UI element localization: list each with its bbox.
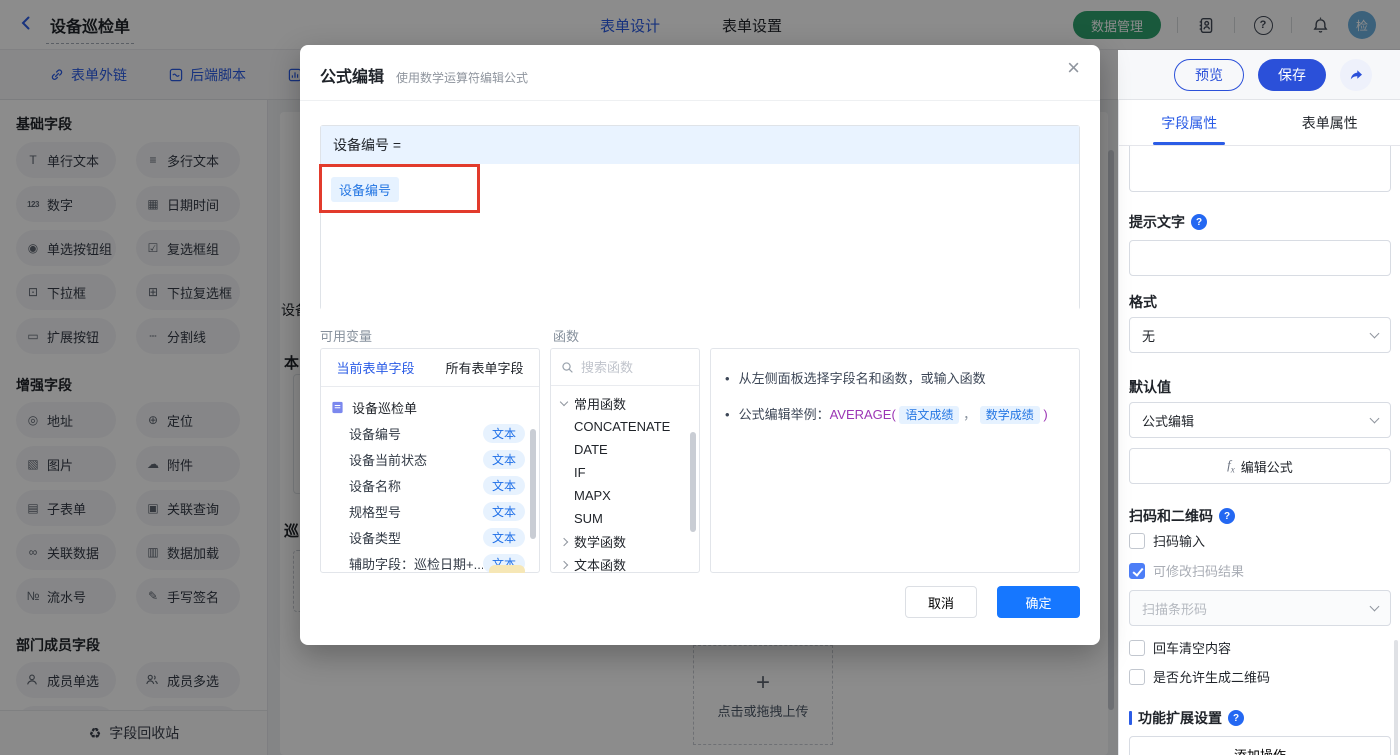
search-icon	[562, 361, 573, 373]
tab-field-properties[interactable]: 字段属性	[1153, 100, 1226, 145]
function-item[interactable]: MAPX	[551, 484, 699, 507]
default-value-select[interactable]: 公式编辑	[1129, 402, 1391, 438]
function-search-input[interactable]	[581, 359, 681, 375]
type-badge: 文本	[482, 527, 525, 547]
format-label: 格式	[1129, 294, 1157, 310]
modal-title: 公式编辑	[320, 69, 385, 86]
add-action-wrap: 添加操作	[1129, 736, 1391, 755]
modal-header: 公式编辑 使用数学运算符编辑公式	[320, 63, 528, 87]
hint-text-label: 提示文字?	[1129, 212, 1391, 232]
tree-field[interactable]: 设备编号 文本	[321, 420, 539, 446]
hint-line-1: • 从左侧面板选择字段名和函数，或输入函数	[725, 371, 986, 386]
function-group-text[interactable]: 文本函数	[551, 553, 699, 572]
partial-badge	[489, 565, 525, 573]
type-badge: 文本	[482, 501, 525, 521]
chevron-down-icon	[1369, 328, 1380, 338]
properties-tabs: 字段属性 表单属性	[1119, 100, 1400, 146]
function-item[interactable]: DATE	[551, 438, 699, 461]
tree-field[interactable]: 设备当前状态 文本	[321, 446, 539, 472]
panel-scrollbar[interactable]	[1394, 640, 1398, 755]
hint-text-input-wrap	[1129, 240, 1391, 276]
add-action-button[interactable]: 添加操作	[1129, 736, 1391, 755]
hint-panel: • 从左侧面板选择字段名和函数，或输入函数 • 公式编辑举例：AVERAGE( 语文…	[710, 348, 1080, 573]
cancel-button[interactable]: 取消	[905, 586, 977, 618]
preview-button[interactable]: 预览	[1174, 59, 1244, 91]
modal-overlay	[0, 0, 1400, 50]
modal-footer: 取消 确定	[905, 586, 1080, 618]
barcode-select[interactable]: 扫描条形码	[1129, 590, 1391, 626]
tab-form-properties[interactable]: 表单属性	[1302, 100, 1358, 145]
function-item[interactable]: CONCATENATE	[551, 415, 699, 438]
section-bar	[1129, 711, 1132, 725]
type-badge: 文本	[482, 449, 525, 469]
functions-tree: 常用函数 CONCATENATE DATE IF MAPX SUM 数学函数 文…	[551, 386, 699, 572]
fx-icon: fx	[1227, 457, 1235, 475]
extension-section-header: 功能扩展设置?	[1129, 708, 1391, 728]
tree-field[interactable]: 设备名称 文本	[321, 472, 539, 498]
share-arrow-icon	[1350, 70, 1362, 80]
function-group-math[interactable]: 数学函数	[551, 530, 699, 553]
tree-field[interactable]: 设备类型 文本	[321, 524, 539, 550]
function-item[interactable]: SUM	[551, 507, 699, 530]
variables-label: 可用变量	[320, 329, 373, 344]
type-badge: 文本	[482, 475, 525, 495]
divider	[300, 100, 1100, 101]
default-value-label: 默认值	[1129, 379, 1171, 395]
checkbox-checked-icon[interactable]	[1129, 562, 1145, 579]
tree-root[interactable]: 设备巡检单	[321, 394, 539, 420]
checkbox-enter-clear[interactable]: 回车清空内容	[1129, 638, 1391, 657]
formula-target: 设备编号 =	[321, 126, 1079, 164]
modal-subtitle: 使用数学运算符编辑公式	[396, 71, 529, 85]
hint-text-input[interactable]	[1129, 240, 1391, 276]
clipped-input[interactable]	[1129, 146, 1391, 192]
formula-edit-modal: 公式编辑 使用数学运算符编辑公式 × 设备编号 = 设备编号 可用变量 函数 当…	[300, 45, 1100, 645]
functions-scrollbar[interactable]	[690, 432, 696, 532]
toolbar-actions: 预览 保存	[1174, 59, 1372, 91]
checkbox-allow-qrcode[interactable]: 是否允许生成二维码	[1129, 667, 1391, 686]
type-badge: 文本	[482, 423, 525, 443]
caret-right-icon	[559, 537, 569, 546]
formula-input-area[interactable]: 设备编号	[319, 164, 1079, 310]
document-icon	[331, 401, 344, 414]
format-select[interactable]: 无	[1129, 317, 1391, 353]
example-tag: 数学成绩	[979, 406, 1040, 424]
checkbox-editable-scan-result[interactable]: 可修改扫码结果	[1129, 561, 1391, 580]
checkbox-icon[interactable]	[1129, 639, 1145, 656]
confirm-button[interactable]: 确定	[997, 586, 1080, 618]
variables-panel: 当前表单字段 所有表单字段 设备巡检单 设备编号 文本 设备当前状态 文本 设备名称…	[320, 348, 540, 573]
checkbox-icon[interactable]	[1129, 532, 1145, 549]
variables-scrollbar[interactable]	[530, 429, 536, 539]
functions-panel: 常用函数 CONCATENATE DATE IF MAPX SUM 数学函数 文…	[550, 348, 700, 573]
help-icon[interactable]: ?	[1228, 710, 1244, 726]
edit-formula-button[interactable]: fx 编辑公式	[1129, 448, 1391, 484]
tree-field[interactable]: 规格型号 文本	[321, 498, 539, 524]
formula-editor: 设备编号 = 设备编号	[319, 125, 1080, 310]
tab-current-form-fields[interactable]: 当前表单字段	[336, 358, 414, 377]
edit-formula-wrap: fx 编辑公式	[1129, 448, 1391, 484]
help-icon[interactable]: ?	[1219, 508, 1235, 524]
variables-tree: 设备巡检单 设备编号 文本 设备当前状态 文本 设备名称 文本 规格型号 文本 设备类型…	[321, 387, 539, 573]
close-icon[interactable]: ×	[1067, 57, 1080, 79]
properties-panel: 字段属性 表单属性 提示文字? 格式 无 默认值 公式编辑 fx 编辑公式 扫码和…	[1118, 100, 1400, 755]
caret-right-icon	[559, 560, 569, 569]
chevron-down-icon	[1369, 413, 1380, 423]
functions-label: 函数	[553, 329, 580, 344]
checkbox-icon[interactable]	[1129, 668, 1145, 685]
caret-down-icon	[559, 397, 569, 407]
scan-section-header: 扫码和二维码?	[1129, 506, 1391, 526]
tab-all-form-fields[interactable]: 所有表单字段	[445, 358, 523, 377]
function-group-common[interactable]: 常用函数	[551, 392, 699, 415]
function-item[interactable]: IF	[551, 461, 699, 484]
save-button[interactable]: 保存	[1258, 59, 1326, 91]
hint-line-2: • 公式编辑举例：AVERAGE( 语文成绩 ， 数学成绩 )	[725, 406, 1048, 424]
variables-tabs: 当前表单字段 所有表单字段	[321, 349, 539, 387]
checkbox-scan-input[interactable]: 扫码输入	[1129, 531, 1391, 550]
function-name-example: AVERAGE(	[829, 407, 896, 422]
annotation-red-box	[319, 164, 480, 213]
share-button[interactable]	[1340, 59, 1372, 91]
chevron-down-icon	[1369, 601, 1380, 611]
function-search	[551, 349, 699, 386]
example-tag: 语文成绩	[899, 406, 960, 424]
help-icon[interactable]: ?	[1191, 214, 1207, 230]
